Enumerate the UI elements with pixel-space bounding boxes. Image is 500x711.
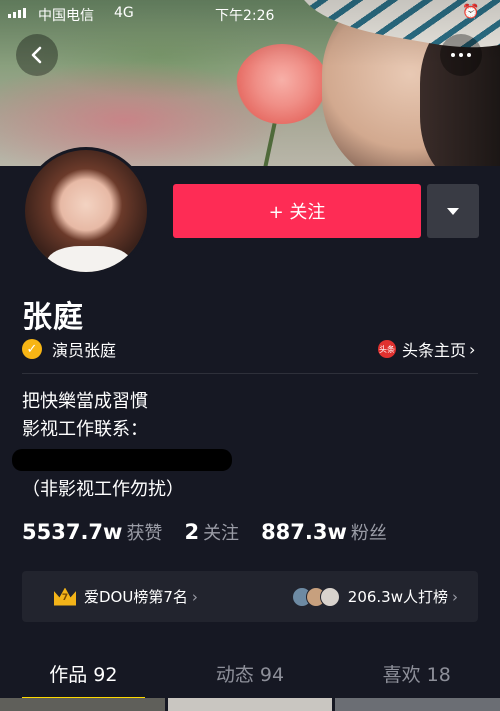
bio-line: 影视工作联系：: [22, 419, 148, 440]
video-thumbnail[interactable]: [0, 698, 165, 711]
back-button[interactable]: [16, 34, 58, 76]
followers-label[interactable]: 粉丝: [351, 519, 387, 545]
toutiao-icon: 头条: [378, 340, 396, 358]
more-dots-icon: [451, 53, 455, 57]
chevron-right-icon: ›: [452, 587, 458, 606]
bio-line: 把快樂當成習慣: [22, 391, 148, 412]
profile-stats: 5537.7w 获赞 2 关注 887.3w 粉丝: [22, 519, 409, 545]
content-tabs: 作品 92 动态 94 喜欢 18: [0, 650, 500, 700]
chevron-right-icon: ›: [469, 339, 476, 359]
supporter-avatars: [291, 586, 340, 607]
following-label[interactable]: 关注: [203, 519, 239, 545]
rank-supporters-link[interactable]: 206.3w人打榜 ›: [291, 586, 458, 607]
clock: 下午2:26: [215, 8, 275, 24]
avatar[interactable]: [22, 147, 150, 275]
verified-row: ✓ 演员张庭: [22, 337, 116, 361]
redacted-contact: [12, 449, 232, 471]
toutiao-label: 头条主页: [402, 341, 467, 360]
tab-works[interactable]: 作品 92: [0, 650, 167, 700]
carrier-name: 中国电信: [38, 8, 94, 24]
alarm-icon: ⏰: [462, 4, 480, 20]
idol-rank-card: 7 爱DOU榜第7名 › 206.3w人打榜 ›: [22, 571, 478, 622]
follow-label: + 关注: [268, 202, 326, 223]
following-count[interactable]: 2: [184, 520, 199, 544]
tab-likes[interactable]: 喜欢 18: [333, 650, 500, 694]
divider: [22, 373, 478, 374]
crown-icon: 7: [54, 587, 76, 606]
profile-name: 张庭: [22, 300, 84, 335]
likes-count: 5537.7w: [22, 520, 123, 544]
bio-line: （非影视工作勿扰）: [22, 479, 184, 500]
video-grid: [0, 698, 500, 711]
supporters-label: 206.3w人打榜: [347, 588, 448, 606]
signal-icon: [8, 8, 26, 18]
caret-down-icon: [447, 207, 459, 215]
follow-button[interactable]: + 关注: [173, 184, 421, 238]
rank-label: 爱DOU榜第7名: [84, 588, 188, 606]
followers-count[interactable]: 887.3w: [261, 520, 347, 544]
video-thumbnail[interactable]: [335, 698, 500, 711]
rank-position-link[interactable]: 7 爱DOU榜第7名 ›: [54, 586, 198, 607]
more-button[interactable]: [440, 34, 482, 76]
recommend-dropdown-button[interactable]: [427, 184, 479, 238]
bio: 把快樂當成習慣 影视工作联系： （非影视工作勿扰）: [12, 388, 232, 504]
status-bar: 中国电信 4G 下午2:26 ⏰: [0, 0, 500, 28]
toutiao-homepage-link[interactable]: 头条 头条主页 ›: [378, 337, 475, 361]
video-thumbnail[interactable]: [167, 698, 333, 711]
likes-label: 获赞: [126, 523, 163, 544]
verified-check-icon: ✓: [22, 339, 42, 359]
verified-label: 演员张庭: [52, 341, 117, 360]
chevron-right-icon: ›: [191, 587, 198, 606]
network-type: 4G: [114, 5, 134, 21]
back-arrow-icon: [31, 46, 42, 64]
tab-moments[interactable]: 动态 94: [167, 650, 334, 694]
supporter-avatar: [319, 586, 340, 607]
